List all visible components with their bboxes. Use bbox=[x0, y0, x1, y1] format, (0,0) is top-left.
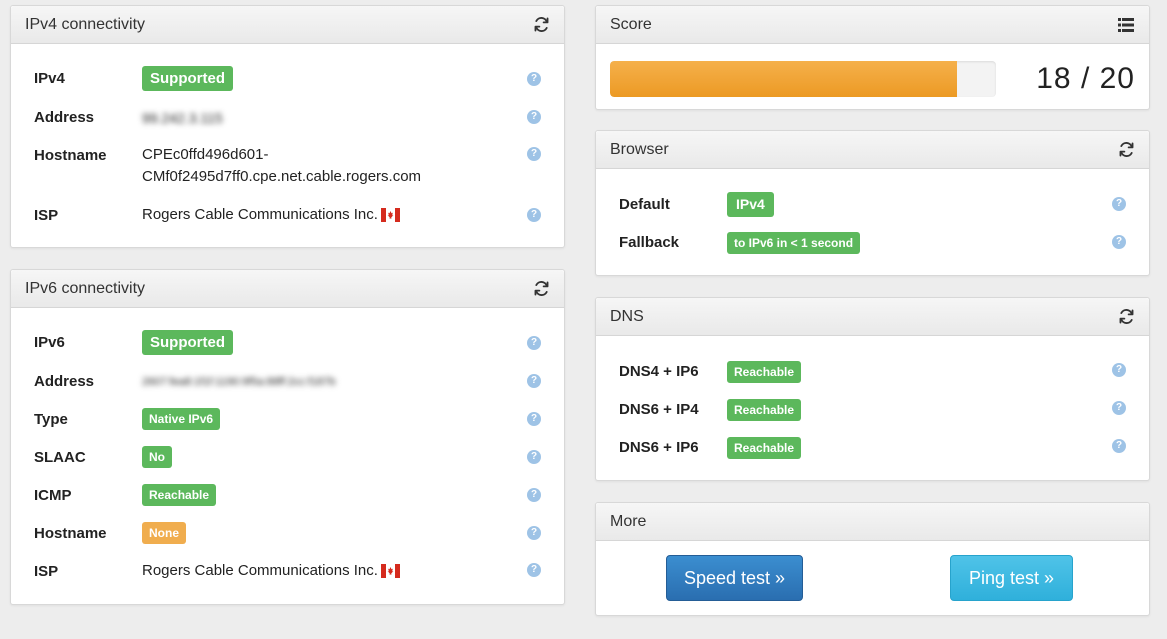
ipv4-panel-title: IPv4 connectivity bbox=[25, 15, 146, 33]
help-icon[interactable]: ? bbox=[527, 336, 541, 350]
ipv6-panel-heading: IPv6 connectivity bbox=[11, 270, 564, 308]
list-icon[interactable] bbox=[1117, 16, 1135, 34]
help-icon[interactable]: ? bbox=[1112, 363, 1126, 377]
refresh-icon[interactable] bbox=[1117, 308, 1135, 326]
ping-test-button[interactable]: Ping test » bbox=[950, 555, 1073, 601]
canada-flag-icon bbox=[380, 563, 400, 585]
hostname-line-1: CPEc0ffd496d601- bbox=[142, 146, 269, 163]
row-label: Fallback bbox=[619, 234, 680, 251]
status-badge: Supported bbox=[142, 330, 233, 355]
row-label: Hostname bbox=[34, 525, 107, 542]
row-label: DNS6 + IP6 bbox=[619, 439, 699, 456]
status-badge: to IPv6 in < 1 second bbox=[727, 232, 861, 254]
refresh-icon[interactable] bbox=[1117, 141, 1135, 159]
ipv4-panel-heading: IPv4 connectivity bbox=[11, 6, 564, 44]
help-icon[interactable]: ? bbox=[527, 208, 541, 222]
dns-panel-title: DNS bbox=[610, 307, 644, 325]
help-icon[interactable]: ? bbox=[527, 374, 541, 388]
dns-panel-heading: DNS bbox=[596, 298, 1149, 336]
row-label: SLAAC bbox=[34, 449, 86, 466]
ipv6-panel-title: IPv6 connectivity bbox=[25, 279, 146, 297]
row-label: Address bbox=[34, 109, 95, 126]
score-panel-heading: Score bbox=[596, 6, 1149, 44]
score-progress-fill bbox=[610, 61, 958, 97]
help-icon[interactable]: ? bbox=[527, 110, 541, 124]
hostname-line-2: CMf0f2495d7ff0.cpe.net.cable.rogers.com bbox=[142, 168, 422, 185]
row-label: Address bbox=[34, 373, 95, 390]
status-badge: Reachable bbox=[727, 437, 802, 459]
help-icon[interactable]: ? bbox=[527, 72, 541, 86]
help-icon[interactable]: ? bbox=[527, 563, 541, 577]
isp-name: Rogers Cable Communications Inc. bbox=[142, 562, 378, 579]
status-badge: Reachable bbox=[142, 484, 217, 506]
help-icon[interactable]: ? bbox=[1112, 235, 1126, 249]
help-icon[interactable]: ? bbox=[527, 450, 541, 464]
row-label: ISP bbox=[34, 563, 59, 580]
help-icon[interactable]: ? bbox=[527, 412, 541, 426]
help-icon[interactable]: ? bbox=[1112, 439, 1126, 453]
refresh-icon[interactable] bbox=[532, 280, 550, 298]
isp-name: Rogers Cable Communications Inc. bbox=[142, 206, 378, 223]
refresh-icon[interactable] bbox=[532, 16, 550, 34]
status-badge: Supported bbox=[142, 66, 233, 91]
row-label: Type bbox=[34, 411, 68, 428]
status-badge: Native IPv6 bbox=[142, 408, 221, 430]
status-badge: None bbox=[142, 522, 186, 544]
more-panel: More Speed test » Ping test » bbox=[595, 502, 1150, 616]
row-label: ISP bbox=[34, 207, 59, 224]
row-label: ICMP bbox=[34, 487, 72, 504]
status-badge: IPv4 bbox=[727, 192, 774, 217]
canada-flag-icon bbox=[380, 207, 400, 229]
help-icon[interactable]: ? bbox=[527, 147, 541, 161]
ipv6-address-value: 2607:fea8:1f1f:1190:9f5a:88ff:2cc:f187b bbox=[142, 376, 336, 388]
help-icon[interactable]: ? bbox=[1112, 401, 1126, 415]
status-badge: Reachable bbox=[727, 399, 802, 421]
score-progress-bar bbox=[610, 61, 996, 97]
dns-panel: DNS DNS4 + IP6 Reachable ? DNS6 + IP4 Re… bbox=[595, 297, 1150, 481]
browser-panel: Browser Default IPv4 ? Fallback to IPv6 … bbox=[595, 130, 1150, 276]
ipv4-panel: IPv4 connectivity IPv4 Supported ? Addre… bbox=[10, 5, 565, 248]
browser-panel-title: Browser bbox=[610, 140, 669, 158]
more-panel-title: More bbox=[610, 512, 647, 530]
help-icon[interactable]: ? bbox=[527, 488, 541, 502]
row-label: Hostname bbox=[34, 147, 107, 164]
help-icon[interactable]: ? bbox=[1112, 197, 1126, 211]
row-label: IPv4 bbox=[34, 70, 65, 87]
ipv6-panel: IPv6 connectivity IPv6 Supported ? Addre… bbox=[10, 269, 565, 605]
score-panel: Score 18 / 20 bbox=[595, 5, 1150, 110]
row-label: DNS6 + IP4 bbox=[619, 401, 699, 418]
browser-panel-heading: Browser bbox=[596, 131, 1149, 169]
row-label: DNS4 + IP6 bbox=[619, 363, 699, 380]
help-icon[interactable]: ? bbox=[527, 526, 541, 540]
row-label: Default bbox=[619, 196, 670, 213]
speed-test-button[interactable]: Speed test » bbox=[666, 555, 803, 601]
score-panel-title: Score bbox=[610, 15, 652, 33]
score-value: 18 / 20 bbox=[1036, 62, 1135, 95]
row-label: IPv6 bbox=[34, 334, 65, 351]
status-badge: No bbox=[142, 446, 172, 468]
status-badge: Reachable bbox=[727, 361, 802, 383]
more-panel-heading: More bbox=[596, 503, 1149, 541]
ipv4-address-value: 99.242.3.115 bbox=[142, 110, 223, 126]
